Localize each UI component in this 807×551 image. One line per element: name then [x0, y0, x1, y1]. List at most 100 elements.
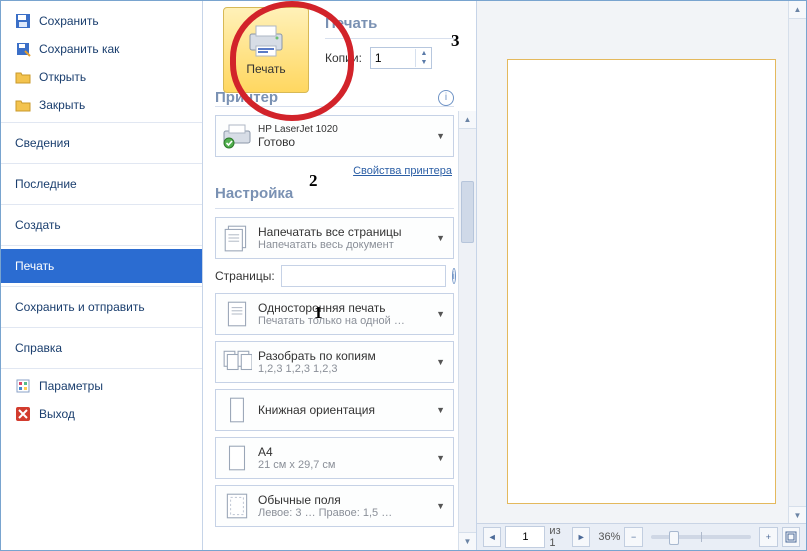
page-size-icon	[222, 443, 252, 473]
nav-help[interactable]: Справка	[1, 331, 202, 365]
nav-label: Справка	[15, 341, 62, 355]
nav-label: Сохранить и отправить	[15, 300, 145, 314]
opt-title: Обычные поля	[258, 493, 392, 507]
collate-icon	[222, 347, 252, 377]
next-page-button[interactable]: ►	[572, 527, 590, 547]
fit-page-button[interactable]	[782, 527, 800, 547]
zoom-label: 36%	[598, 531, 620, 543]
opt-collate[interactable]: Разобрать по копиям 1,2,3 1,2,3 1,2,3 ▼	[215, 341, 454, 383]
nav-save-send[interactable]: Сохранить и отправить	[1, 290, 202, 324]
copies-input[interactable]	[371, 49, 415, 67]
nav-label: Создать	[15, 218, 61, 232]
nav-print[interactable]: Печать	[1, 249, 202, 283]
spinner-down[interactable]: ▼	[416, 58, 432, 67]
section-rule	[215, 106, 454, 107]
opt-subtitle: 21 см x 29,7 см	[258, 459, 336, 471]
section-title-settings: Настройка	[215, 185, 454, 202]
nav-separator	[1, 327, 202, 328]
pages-stack-icon	[222, 223, 252, 253]
nav-close[interactable]: Закрыть	[1, 91, 202, 119]
opt-margins[interactable]: Обычные поля Левое: 3 … Правое: 1,5 … ▼	[215, 485, 454, 527]
nav-new[interactable]: Создать	[1, 208, 202, 242]
zoom-slider[interactable]	[651, 535, 751, 539]
printer-info-icon[interactable]: i	[438, 90, 454, 106]
print-button-label: Печать	[246, 62, 285, 76]
single-side-icon	[222, 299, 252, 329]
zoom-out-button[interactable]: −	[624, 527, 642, 547]
nav-label: Открыть	[39, 70, 86, 84]
settings-scrollbar[interactable]: ▲ ▼	[458, 111, 476, 550]
portrait-icon	[222, 395, 252, 425]
nav-recent[interactable]: Последние	[1, 167, 202, 201]
printer-selector[interactable]: HP LaserJet 1020 Готово ▼	[215, 115, 454, 157]
printer-device-icon	[222, 121, 252, 151]
nav-separator	[1, 122, 202, 123]
opt-title: Односторонняя печать	[258, 301, 405, 315]
nav-label: Последние	[15, 177, 77, 191]
nav-separator	[1, 163, 202, 164]
nav-label: Сведения	[15, 136, 70, 150]
opt-title: Книжная ориентация	[258, 403, 375, 417]
options-icon	[15, 378, 31, 394]
opt-subtitle: Печатать только на одной …	[258, 315, 405, 327]
copies-spinner[interactable]: ▲ ▼	[370, 47, 432, 69]
opt-title: A4	[258, 445, 336, 459]
section-title-print: Печать	[325, 15, 454, 32]
open-icon	[15, 69, 31, 85]
scroll-down-icon[interactable]: ▼	[789, 506, 806, 524]
print-preview-panel: ▲ ▼ ◄ из 1 ► 36% − +	[477, 1, 806, 550]
nav-save-as[interactable]: Сохранить как	[1, 35, 202, 63]
scroll-up-icon[interactable]: ▲	[789, 1, 806, 19]
nav-separator	[1, 286, 202, 287]
print-settings-panel: Печать Печать Копии: ▲ ▼ 3	[203, 1, 477, 550]
printer-icon	[246, 24, 286, 58]
nav-label: Печать	[15, 259, 54, 273]
opt-print-all-pages[interactable]: Напечатать все страницы Напечатать весь …	[215, 217, 454, 259]
preview-scrollbar[interactable]: ▲ ▼	[788, 1, 806, 524]
chevron-down-icon: ▼	[434, 501, 447, 511]
chevron-down-icon: ▼	[434, 453, 447, 463]
printer-properties-link-wrap: Свойства принтера	[215, 163, 452, 177]
opt-paper-size[interactable]: A4 21 см x 29,7 см ▼	[215, 437, 454, 479]
printer-status: Готово	[258, 135, 338, 149]
chevron-down-icon: ▼	[434, 233, 447, 243]
exit-icon	[15, 406, 31, 422]
nav-info[interactable]: Сведения	[1, 126, 202, 160]
spinner-up[interactable]: ▲	[416, 49, 432, 58]
save-as-icon	[15, 41, 31, 57]
nav-separator	[1, 204, 202, 205]
chevron-down-icon: ▼	[434, 309, 447, 319]
prev-page-button[interactable]: ◄	[483, 527, 501, 547]
nav-label: Параметры	[39, 379, 103, 393]
close-file-icon	[15, 97, 31, 113]
zoom-slider-thumb[interactable]	[669, 531, 679, 545]
printer-properties-link[interactable]: Свойства принтера	[353, 165, 452, 177]
preview-page	[507, 59, 776, 504]
nav-label: Сохранить	[39, 14, 99, 28]
zoom-in-button[interactable]: +	[759, 527, 777, 547]
copies-label: Копии:	[325, 51, 362, 65]
pages-info-icon[interactable]: i	[452, 268, 456, 284]
page-number-input[interactable]	[505, 526, 545, 548]
section-rule	[325, 38, 454, 39]
opt-orientation[interactable]: Книжная ориентация ▼	[215, 389, 454, 431]
nav-open[interactable]: Открыть	[1, 63, 202, 91]
opt-one-sided[interactable]: Односторонняя печать Печатать только на …	[215, 293, 454, 335]
chevron-down-icon: ▼	[434, 357, 447, 367]
backstage-print-view: Сохранить Сохранить как Открыть Закрыть …	[0, 0, 807, 551]
nav-label: Выход	[39, 407, 75, 421]
scroll-up-icon[interactable]: ▲	[459, 111, 476, 129]
nav-separator	[1, 368, 202, 369]
scroll-down-icon[interactable]: ▼	[459, 532, 476, 550]
nav-separator	[1, 245, 202, 246]
preview-status-bar: ◄ из 1 ► 36% − +	[477, 523, 806, 550]
opt-subtitle: Левое: 3 … Правое: 1,5 …	[258, 507, 392, 519]
nav-exit[interactable]: Выход	[1, 400, 202, 428]
nav-options[interactable]: Параметры	[1, 372, 202, 400]
print-button[interactable]: Печать	[223, 7, 309, 93]
opt-title: Напечатать все страницы	[258, 225, 402, 239]
nav-save[interactable]: Сохранить	[1, 7, 202, 35]
pages-input[interactable]	[281, 265, 446, 287]
pages-label: Страницы:	[215, 269, 275, 283]
scroll-thumb[interactable]	[461, 181, 474, 243]
